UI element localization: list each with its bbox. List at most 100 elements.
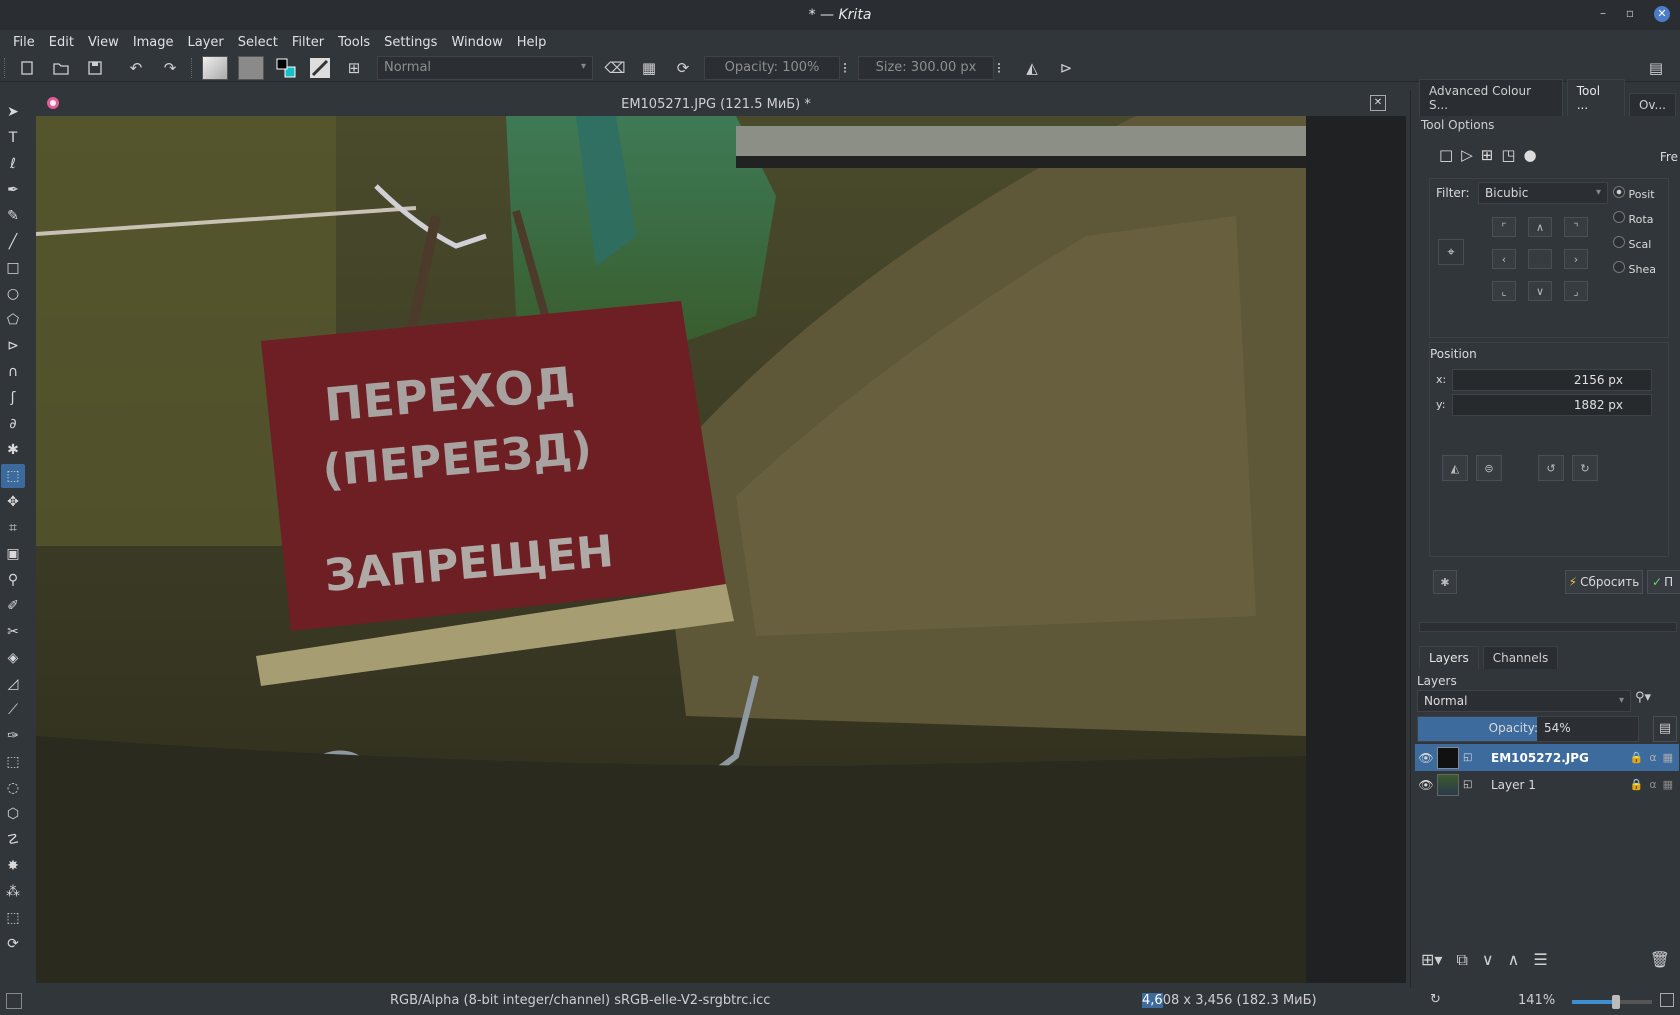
layer-properties-sliders-icon[interactable]: ☰	[1533, 950, 1547, 970]
apply-button[interactable]: ✓ П	[1647, 570, 1680, 594]
open-folder-icon[interactable]	[47, 56, 75, 80]
alpha-lock-icon[interactable]: ▦	[635, 56, 663, 80]
anchor-bottom-icon[interactable]: ∨	[1528, 281, 1552, 301]
text-tool-icon[interactable]: T	[1, 126, 25, 150]
menu-view[interactable]: View	[81, 35, 126, 50]
wrap-around-icon[interactable]	[1660, 993, 1674, 1007]
rotate-canvas-icon[interactable]: ↻	[1430, 992, 1441, 1007]
tab-channels[interactable]: Channels	[1482, 646, 1559, 669]
tab-advanced-colour[interactable]: Advanced Colour S...	[1419, 79, 1563, 116]
liquify-transform-icon[interactable]: ●	[1524, 146, 1537, 164]
anchor-top-right-icon[interactable]: ⌝	[1564, 217, 1588, 237]
tab-overview[interactable]: Ov...	[1628, 93, 1676, 116]
pivot-icon[interactable]: ⌖	[1438, 239, 1464, 265]
docker-toggle-icon[interactable]: ▤	[1642, 56, 1670, 80]
cage-transform-icon[interactable]: ◳	[1501, 146, 1515, 164]
pen-icon[interactable]: ✒	[1, 178, 25, 202]
undo-icon[interactable]: ↶	[122, 56, 150, 80]
bezier-tool-icon[interactable]: ∩	[1, 360, 25, 384]
rect-select-icon[interactable]: ⬚	[1, 750, 25, 774]
menu-layer[interactable]: Layer	[181, 35, 231, 50]
close-icon[interactable]: ✕	[1654, 6, 1670, 22]
radio-scale[interactable]: Scal	[1613, 232, 1656, 257]
menu-window[interactable]: Window	[444, 35, 509, 50]
layer-opacity-slider[interactable]: Opacity: 54%	[1417, 716, 1639, 742]
warp-transform-icon[interactable]: ⊞	[1481, 146, 1494, 164]
transform-tool-icon[interactable]: ⬚	[1, 464, 25, 488]
magnetic-select-icon[interactable]: ⟳	[1, 932, 25, 956]
radio-position[interactable]: Posit	[1613, 182, 1656, 207]
minimize-icon[interactable]: –	[1600, 6, 1606, 20]
eraser-mode-icon[interactable]: ⌫	[601, 56, 629, 80]
polygon-tool-icon[interactable]: ⬠	[1, 308, 25, 332]
flip-horizontal-icon[interactable]: ◭	[1442, 455, 1468, 481]
crop-tool-icon[interactable]: ⌗	[1, 516, 25, 540]
move-layer-down-icon[interactable]: ∨	[1482, 950, 1494, 970]
anchor-center-icon[interactable]	[1528, 249, 1552, 269]
ellipse-select-icon[interactable]: ◌	[1, 776, 25, 800]
layer-flags-icon[interactable]: 🔒α▦	[1630, 778, 1679, 791]
layer-row[interactable]: 👁 ◱ Layer 1 🔒α▦	[1415, 771, 1679, 798]
blend-mode-select[interactable]: Normal ▾	[377, 55, 593, 80]
anchor-top-icon[interactable]: ∧	[1528, 217, 1552, 237]
anchor-right-icon[interactable]: ›	[1564, 249, 1588, 269]
tab-layers[interactable]: Layers	[1419, 646, 1479, 669]
flip-vertical-icon[interactable]: ⊜	[1476, 455, 1502, 481]
line-tool-icon[interactable]: ╱	[1, 230, 25, 254]
selection-display-icon[interactable]	[6, 993, 22, 1009]
ellipse-tool-icon[interactable]: ○	[1, 282, 25, 306]
reload-preset-icon[interactable]: ⟳	[669, 56, 697, 80]
document-tab[interactable]: EM105271.JPG (121.5 МиБ) * ✕	[36, 92, 1396, 116]
colorize-mask-icon[interactable]: ✐	[1, 594, 25, 618]
visibility-eye-icon[interactable]: 👁	[1415, 778, 1437, 792]
menu-tools[interactable]: Tools	[331, 35, 377, 50]
brush-icon[interactable]: ✎	[1, 204, 25, 228]
anchor-bottom-right-icon[interactable]: ⌟	[1564, 281, 1588, 301]
brush-preset-icon[interactable]	[306, 56, 334, 80]
canvas[interactable]: ПЕРЕХОД (ПЕРЕЕЗД) ЗАПРЕЩЕН	[36, 116, 1406, 983]
mirror-horizontal-icon[interactable]: ◭	[1018, 56, 1046, 80]
layer-filter-icon[interactable]: ⚲▾	[1635, 690, 1659, 712]
filter-select[interactable]: Bicubic ▾	[1478, 182, 1608, 204]
reset-button[interactable]: ⚡ Сбросить	[1565, 570, 1643, 594]
smart-patch-icon[interactable]: ✂	[1, 620, 25, 644]
similar-select-icon[interactable]: ⁂	[1, 880, 25, 904]
free-transform-icon[interactable]: □	[1439, 146, 1453, 164]
anchor-left-icon[interactable]: ‹	[1492, 249, 1516, 269]
dynamic-brush-icon[interactable]: ∂	[1, 412, 25, 436]
menu-select[interactable]: Select	[231, 35, 285, 50]
radio-shear[interactable]: Shea	[1613, 257, 1656, 282]
freehand-select-icon[interactable]: ☡	[1, 828, 25, 852]
gradient-tool-icon[interactable]: ▣	[1, 542, 25, 566]
redo-icon[interactable]: ↷	[156, 56, 184, 80]
tool-options-settings-icon[interactable]: ✱	[1433, 570, 1457, 594]
assistant-tool-icon[interactable]: ◿	[1, 672, 25, 696]
toolbar-handle[interactable]	[4, 57, 6, 78]
workspace-grid-icon[interactable]: ⊞	[340, 56, 368, 80]
anchor-top-left-icon[interactable]: ⌜	[1492, 217, 1516, 237]
mirror-vertical-icon[interactable]: ⊳	[1052, 56, 1080, 80]
opacity-spin-icon[interactable]: ⁝	[840, 56, 850, 80]
delete-layer-icon[interactable]: 🗑	[1650, 950, 1670, 969]
reference-tool-icon[interactable]: ✑	[1, 724, 25, 748]
menu-filter[interactable]: Filter	[285, 35, 331, 50]
new-document-icon[interactable]	[13, 56, 41, 80]
y-position-field[interactable]: 1882 px	[1452, 394, 1652, 416]
polygon-select-icon[interactable]: ⬡	[1, 802, 25, 826]
layer-blend-mode-select[interactable]: Normal ▾	[1417, 690, 1631, 712]
pattern-swatch[interactable]	[238, 55, 264, 80]
multibrush-icon[interactable]: ✱	[1, 438, 25, 462]
move-layer-up-icon[interactable]: ∧	[1508, 950, 1520, 970]
perspective-transform-icon[interactable]: ▷	[1461, 146, 1473, 164]
close-document-icon[interactable]: ✕	[1370, 95, 1386, 111]
layer-flags-icon[interactable]: 🔒α▦	[1630, 751, 1679, 764]
gradient-swatch[interactable]	[202, 55, 228, 80]
size-slider[interactable]: Size: 300.00 px	[858, 55, 994, 80]
menu-file[interactable]: File	[6, 35, 42, 50]
layer-row[interactable]: 👁 ◱ EM105272.JPG 🔒α▦	[1415, 744, 1679, 771]
menu-image[interactable]: Image	[126, 35, 181, 50]
freehand-path-icon[interactable]: ʃ	[1, 386, 25, 410]
radio-rotate[interactable]: Rota	[1613, 207, 1656, 232]
rotate-cw-icon[interactable]: ↻	[1572, 455, 1598, 481]
menu-settings[interactable]: Settings	[377, 35, 444, 50]
